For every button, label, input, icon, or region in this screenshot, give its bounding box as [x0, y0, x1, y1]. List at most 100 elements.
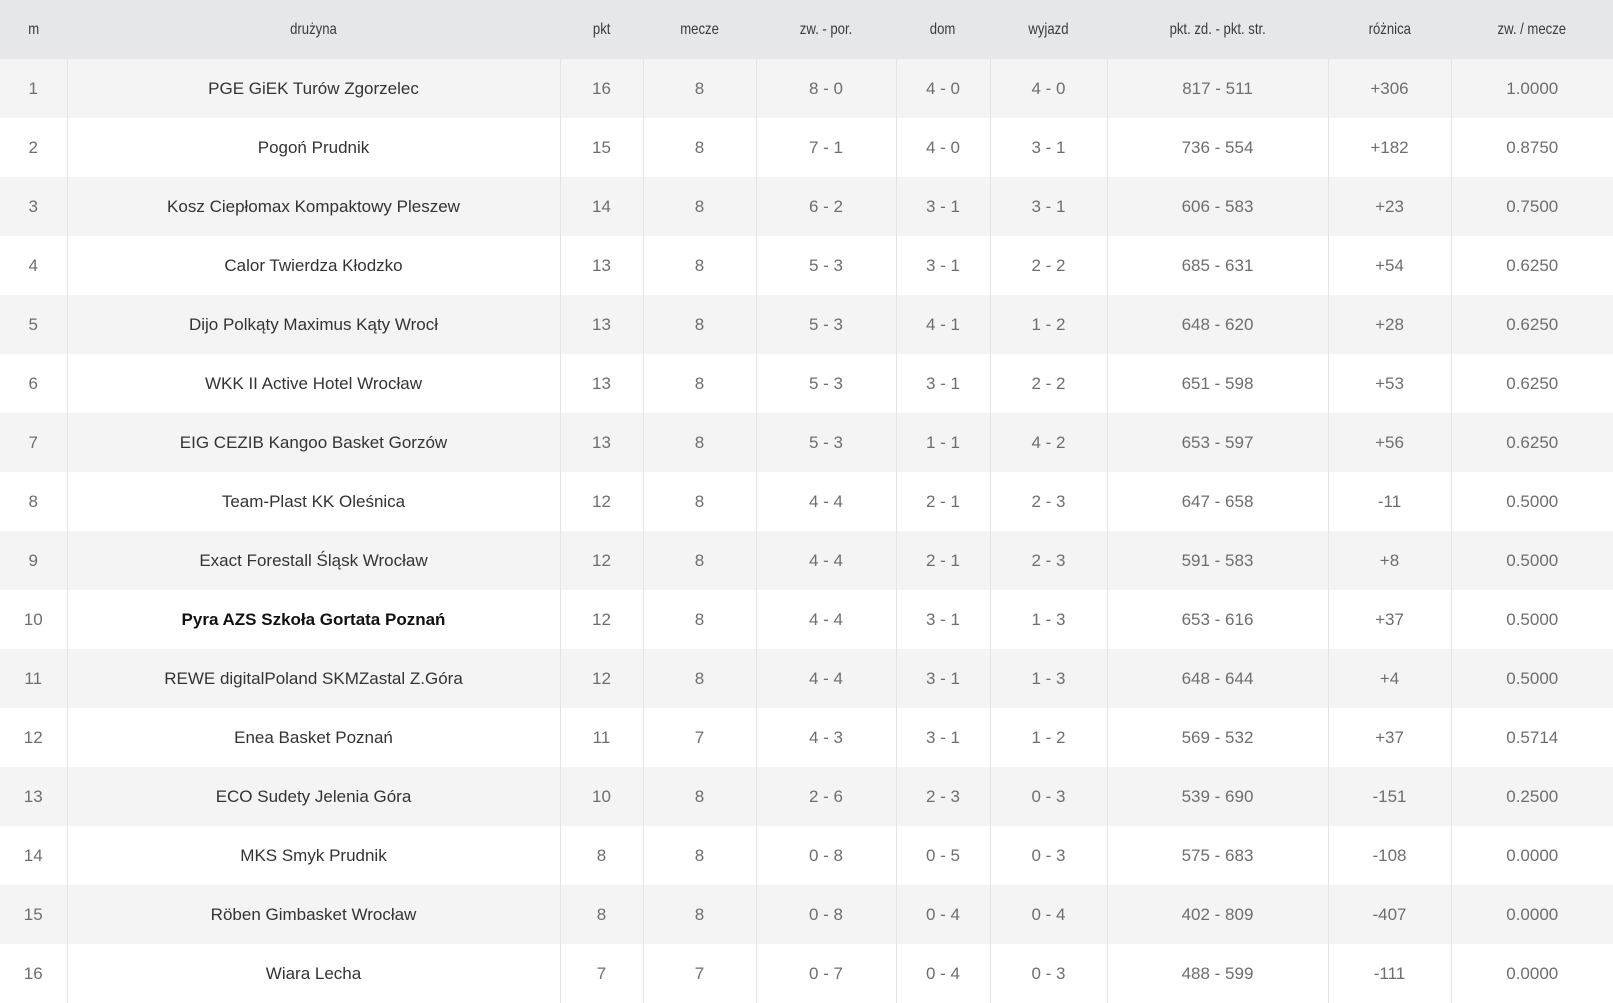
cell-difference: -407 [1327, 885, 1451, 944]
cell-away: 3 - 1 [989, 177, 1107, 236]
cell-home: 4 - 0 [895, 118, 990, 177]
cell-home: 0 - 5 [895, 826, 990, 885]
cell-team: ECO Sudety Jelenia Góra [66, 767, 560, 826]
cell-points: 13 [559, 236, 643, 295]
cell-difference: +8 [1327, 531, 1451, 590]
cell-position: 16 [0, 944, 67, 1003]
cell-wins-losses: 0 - 7 [755, 944, 896, 1003]
header-home: dom [896, 0, 990, 59]
table-row: 9 Exact Forestall Śląsk Wrocław 12 8 4 - 42 … [0, 531, 1613, 590]
cell-win-ratio: 0.8750 [1450, 118, 1613, 177]
cell-position: 2 [0, 118, 67, 177]
cell-wins-losses: 5 - 3 [755, 413, 896, 472]
cell-points-for-against: 539 - 690 [1106, 767, 1328, 826]
cell-team: REWE digitalPoland SKMZastal Z.Góra [66, 649, 560, 708]
cell-home: 3 - 1 [895, 590, 990, 649]
cell-difference: +37 [1327, 590, 1451, 649]
table-row: 1 PGE GiEK Turów Zgorzelec 16 8 8 - 04 - 04 … [0, 59, 1613, 118]
cell-position: 9 [0, 531, 67, 590]
table-header-row: m drużyna pkt mecze zw. - por. dom wyjaz… [0, 0, 1613, 59]
cell-away: 4 - 2 [989, 413, 1107, 472]
cell-home: 3 - 1 [895, 649, 990, 708]
cell-win-ratio: 0.5000 [1450, 590, 1613, 649]
cell-team: Kosz Ciepłomax Kompaktowy Pleszew [66, 177, 560, 236]
table-row: 8 Team-Plast KK Oleśnica 12 8 4 - 42 - 12 - … [0, 472, 1613, 531]
cell-team: PGE GiEK Turów Zgorzelec [66, 59, 560, 118]
cell-difference: -11 [1327, 472, 1451, 531]
cell-difference: +37 [1327, 708, 1451, 767]
cell-win-ratio: 0.6250 [1450, 295, 1613, 354]
cell-points: 12 [559, 472, 643, 531]
cell-points-for-against: 488 - 599 [1106, 944, 1328, 1003]
cell-difference: +28 [1327, 295, 1451, 354]
cell-away: 2 - 2 [989, 236, 1107, 295]
cell-position: 3 [0, 177, 67, 236]
cell-difference: +54 [1327, 236, 1451, 295]
cell-team: Dijo Polkąty Maximus Kąty Wrocł [66, 295, 560, 354]
cell-away: 0 - 3 [989, 767, 1107, 826]
cell-win-ratio: 0.0000 [1450, 826, 1613, 885]
cell-home: 2 - 1 [895, 531, 990, 590]
cell-home: 1 - 1 [895, 413, 990, 472]
cell-games: 8 [642, 826, 756, 885]
cell-points: 8 [559, 826, 643, 885]
cell-away: 1 - 3 [989, 649, 1107, 708]
cell-position: 8 [0, 472, 67, 531]
cell-games: 8 [642, 295, 756, 354]
cell-win-ratio: 0.6250 [1450, 354, 1613, 413]
cell-team: Röben Gimbasket Wrocław [66, 885, 560, 944]
cell-position: 14 [0, 826, 67, 885]
cell-wins-losses: 8 - 0 [755, 59, 896, 118]
cell-games: 8 [642, 885, 756, 944]
cell-games: 8 [642, 590, 756, 649]
cell-points: 12 [559, 649, 643, 708]
cell-wins-losses: 2 - 6 [755, 767, 896, 826]
cell-games: 8 [642, 59, 756, 118]
cell-win-ratio: 1.0000 [1450, 59, 1613, 118]
cell-difference: +4 [1327, 649, 1451, 708]
cell-points: 7 [559, 944, 643, 1003]
cell-home: 4 - 0 [895, 59, 990, 118]
header-away: wyjazd [990, 0, 1107, 59]
cell-points: 16 [559, 59, 643, 118]
cell-points: 15 [559, 118, 643, 177]
cell-wins-losses: 4 - 4 [755, 472, 896, 531]
header-games: mecze [643, 0, 756, 59]
cell-away: 0 - 3 [989, 826, 1107, 885]
cell-away: 1 - 2 [989, 295, 1107, 354]
cell-difference: -108 [1327, 826, 1451, 885]
cell-home: 3 - 1 [895, 354, 990, 413]
cell-team: Pyra AZS Szkoła Gortata Poznań [66, 590, 560, 649]
cell-wins-losses: 4 - 4 [755, 590, 896, 649]
header-points-for-against: pkt. zd. - pkt. str. [1107, 0, 1328, 59]
cell-wins-losses: 7 - 1 [755, 118, 896, 177]
cell-games: 8 [642, 413, 756, 472]
table-row: 13 ECO Sudety Jelenia Góra 10 8 2 - 62 - 30 … [0, 767, 1613, 826]
cell-games: 8 [642, 236, 756, 295]
cell-points-for-against: 817 - 511 [1106, 59, 1328, 118]
cell-team: Team-Plast KK Oleśnica [66, 472, 560, 531]
cell-win-ratio: 0.5000 [1450, 649, 1613, 708]
cell-win-ratio: 0.7500 [1450, 177, 1613, 236]
cell-points: 12 [559, 590, 643, 649]
cell-position: 10 [0, 590, 67, 649]
cell-games: 8 [642, 354, 756, 413]
table-row: 7 EIG CEZIB Kangoo Basket Gorzów 13 8 5 - 31… [0, 413, 1613, 472]
cell-team: Wiara Lecha [66, 944, 560, 1003]
cell-wins-losses: 4 - 4 [755, 531, 896, 590]
cell-home: 0 - 4 [895, 944, 990, 1003]
table-row: 12 Enea Basket Poznań 11 7 4 - 33 - 11 - 2 56… [0, 708, 1613, 767]
cell-points: 13 [559, 295, 643, 354]
cell-away: 4 - 0 [989, 59, 1107, 118]
table-row: 4 Calor Twierdza Kłodzko 13 8 5 - 33 - 12 - … [0, 236, 1613, 295]
cell-win-ratio: 0.5000 [1450, 531, 1613, 590]
cell-home: 3 - 1 [895, 236, 990, 295]
cell-points-for-against: 402 - 809 [1106, 885, 1328, 944]
table-row: 15 Röben Gimbasket Wrocław 8 8 0 - 80 - 40 -… [0, 885, 1613, 944]
cell-wins-losses: 5 - 3 [755, 295, 896, 354]
cell-home: 3 - 1 [895, 177, 990, 236]
header-position: m [0, 0, 67, 59]
cell-points-for-against: 591 - 583 [1106, 531, 1328, 590]
cell-away: 1 - 2 [989, 708, 1107, 767]
cell-games: 7 [642, 708, 756, 767]
